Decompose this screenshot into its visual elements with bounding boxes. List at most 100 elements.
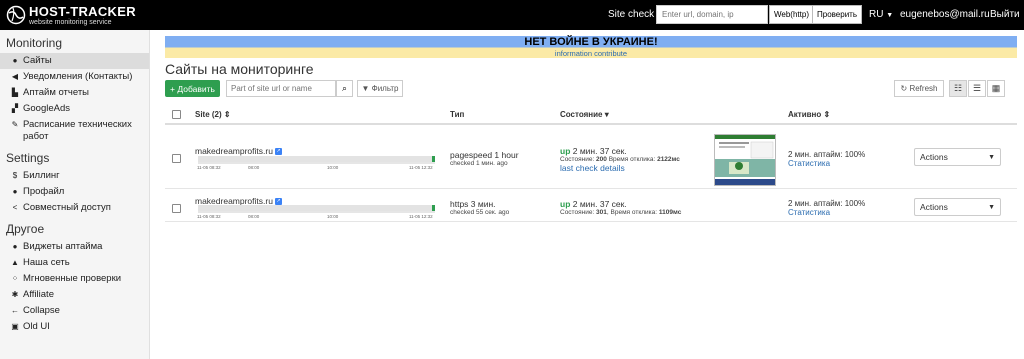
user-icon: ● [12,187,18,196]
section-title-settings: Settings [6,151,50,165]
sidebar-item-sites[interactable]: ● Сайты [0,53,149,69]
sparkline-tick-label: 11-05 08:32 [197,165,221,170]
column-header-active[interactable]: Активно ⇕ [788,110,830,119]
site-check-input[interactable] [656,5,768,24]
sidebar-item-label: Совместный доступ [23,202,111,213]
response-time: 1109мс [658,209,682,216]
actions-dropdown[interactable]: Actions ▼ [914,198,1001,216]
globe-icon: ● [12,56,18,65]
status-up-badge: up [560,199,571,209]
top-bar: HOST-TRACKER website monitoring service … [0,0,1024,30]
sidebar-item-old-ui[interactable]: ▣ Old UI [0,319,149,335]
sidebar-item-googleads[interactable]: ▞ GoogleAds [0,101,149,117]
actions-label: Actions [920,152,948,162]
uptime-sparkline: 11-05 08:32 08:00 10:00 11-05 12:32 [197,205,435,219]
language-dropdown[interactable]: RU ▼ [869,9,893,20]
sparkline-tick-label: 10:00 [327,214,339,219]
status-code-label: Состояние: [560,156,597,163]
sidebar-item-maintenance[interactable]: ✎ Расписание технических работ [0,117,149,145]
sparkline-tick-label: 08:00 [248,165,260,170]
caret-down-icon: ▼ [886,12,894,19]
sidebar-item-label: Аптайм отчеты [23,87,90,98]
search-icon: ⌕ [341,83,348,93]
row-checkbox[interactable] [172,204,181,213]
row-checkbox[interactable] [172,154,181,163]
status-up-badge: up [560,146,571,156]
table-header: Site (2) ⇕ Тип Состояние ▾ Активно ⇕ [165,105,1017,125]
sidebar: Monitoring ● Сайты ◀ Уведомления (Контак… [0,30,150,359]
last-checked: checked 1 мин. ago [450,160,508,167]
sidebar-item-label: Наша сеть [23,257,70,268]
statistics-link[interactable]: Статистика [788,159,865,168]
banner-information-link[interactable]: information [555,49,592,58]
statistics-link[interactable]: Статистика [788,208,865,217]
status-code-label: Состояние: [560,209,597,216]
column-header-status[interactable]: Состояние ▾ [560,110,609,119]
sidebar-item-profile[interactable]: ● Профайл [0,184,149,200]
logout-link[interactable]: Выйти [990,9,1020,20]
response-time-label: , Время отклика: [606,209,659,216]
sidebar-item-notifications[interactable]: ◀ Уведомления (Контакты) [0,69,149,85]
sidebar-item-instant-checks[interactable]: ⁘ Мгновенные проверки [0,271,149,287]
site-search-input[interactable] [226,80,336,97]
sidebar-item-label: Профайл [23,186,65,197]
actions-label: Actions [920,202,948,212]
column-status-label: Состояние [560,110,603,119]
sidebar-item-label: Виджеты аптайма [23,241,103,252]
banner-contribute-link[interactable]: contribute [594,49,627,58]
view-list-button[interactable]: ☰ [968,80,986,97]
column-header-site[interactable]: Site (2) ⇕ [195,110,231,119]
ukraine-banner: НЕТ ВОЙНЕ В УКРАИНЕ! information contrib… [165,36,1017,58]
section-title-monitoring: Monitoring [6,36,63,50]
status-code: 301 [596,209,607,216]
bar-chart-icon: ▙ [11,88,19,97]
last-check-details-link[interactable]: last check details [560,163,680,173]
logo[interactable]: HOST-TRACKER website monitoring service [6,5,136,26]
sidebar-item-label: Collapse [23,305,60,316]
sparkline-tick-label: 11-05 12:32 [409,214,433,219]
refresh-button-label: Refresh [909,84,938,93]
sparkline-tick-label: 11-05 12:32 [409,165,433,170]
status-code: 200 [596,156,607,163]
sidebar-item-billing[interactable]: $ Биллинг [0,168,149,184]
section-title-other: Другое [6,222,45,236]
arrow-left-icon: ← [11,306,19,315]
status-duration: 2 мин. 37 сек. [570,199,627,209]
response-time: 2122мс [657,156,680,163]
add-button-label: Добавить [177,83,215,94]
list-detailed-icon: ☷ [953,83,963,93]
select-all-checkbox[interactable] [172,110,181,119]
filter-icon: ▼ [361,84,372,93]
sidebar-item-label: Уведомления (Контакты) [23,71,133,82]
filter-button[interactable]: ▼ Фильтр [357,80,403,97]
column-header-type: Тип [450,110,465,119]
brand-subtitle: website monitoring service [29,18,112,26]
sidebar-item-uptime-widgets[interactable]: ● Виджеты аптайма [0,239,149,255]
status-duration: 2 мин. 37 сек. [570,146,627,156]
list-icon: ☰ [972,83,982,93]
megaphone-icon: ◀ [11,72,19,81]
view-grid-button[interactable]: ▦ [987,80,1005,97]
sidebar-item-shared-access[interactable]: < Совместный доступ [0,200,149,216]
sidebar-item-label: Old UI [23,321,50,332]
method-select-button[interactable]: Web(http) [769,5,814,24]
sidebar-item-label: Affiliate [23,289,54,300]
sidebar-item-affiliate[interactable]: ✱ Affiliate [0,287,149,303]
check-button[interactable]: Проверить [812,5,863,24]
external-link-icon[interactable]: ↗ [274,148,282,156]
actions-dropdown[interactable]: Actions ▼ [914,148,1001,166]
table-row: makedreamprofits.ru ↗ 11-05 08:32 08:00 1… [165,127,1017,189]
site-screenshot-thumbnail[interactable] [714,134,776,186]
response-time-label: Время отклика: [606,156,658,163]
sort-icon: ⇕ [223,110,231,119]
search-button[interactable]: ⌕ [336,80,353,97]
sidebar-item-collapse[interactable]: ← Collapse [0,303,149,319]
user-email-link[interactable]: eugenebos@mail.ru [900,9,990,20]
sidebar-item-label: GoogleAds [23,103,71,114]
sidebar-item-uptime-reports[interactable]: ▙ Аптайм отчеты [0,85,149,101]
refresh-button[interactable]: ↻ Refresh [894,80,944,97]
view-list-detailed-button[interactable]: ☷ [949,80,967,97]
sidebar-item-our-network[interactable]: ▲ Наша сеть [0,255,149,271]
site-name-link[interactable]: makedreamprofits.ru [195,146,273,156]
add-site-button[interactable]: + Добавить [165,80,220,97]
